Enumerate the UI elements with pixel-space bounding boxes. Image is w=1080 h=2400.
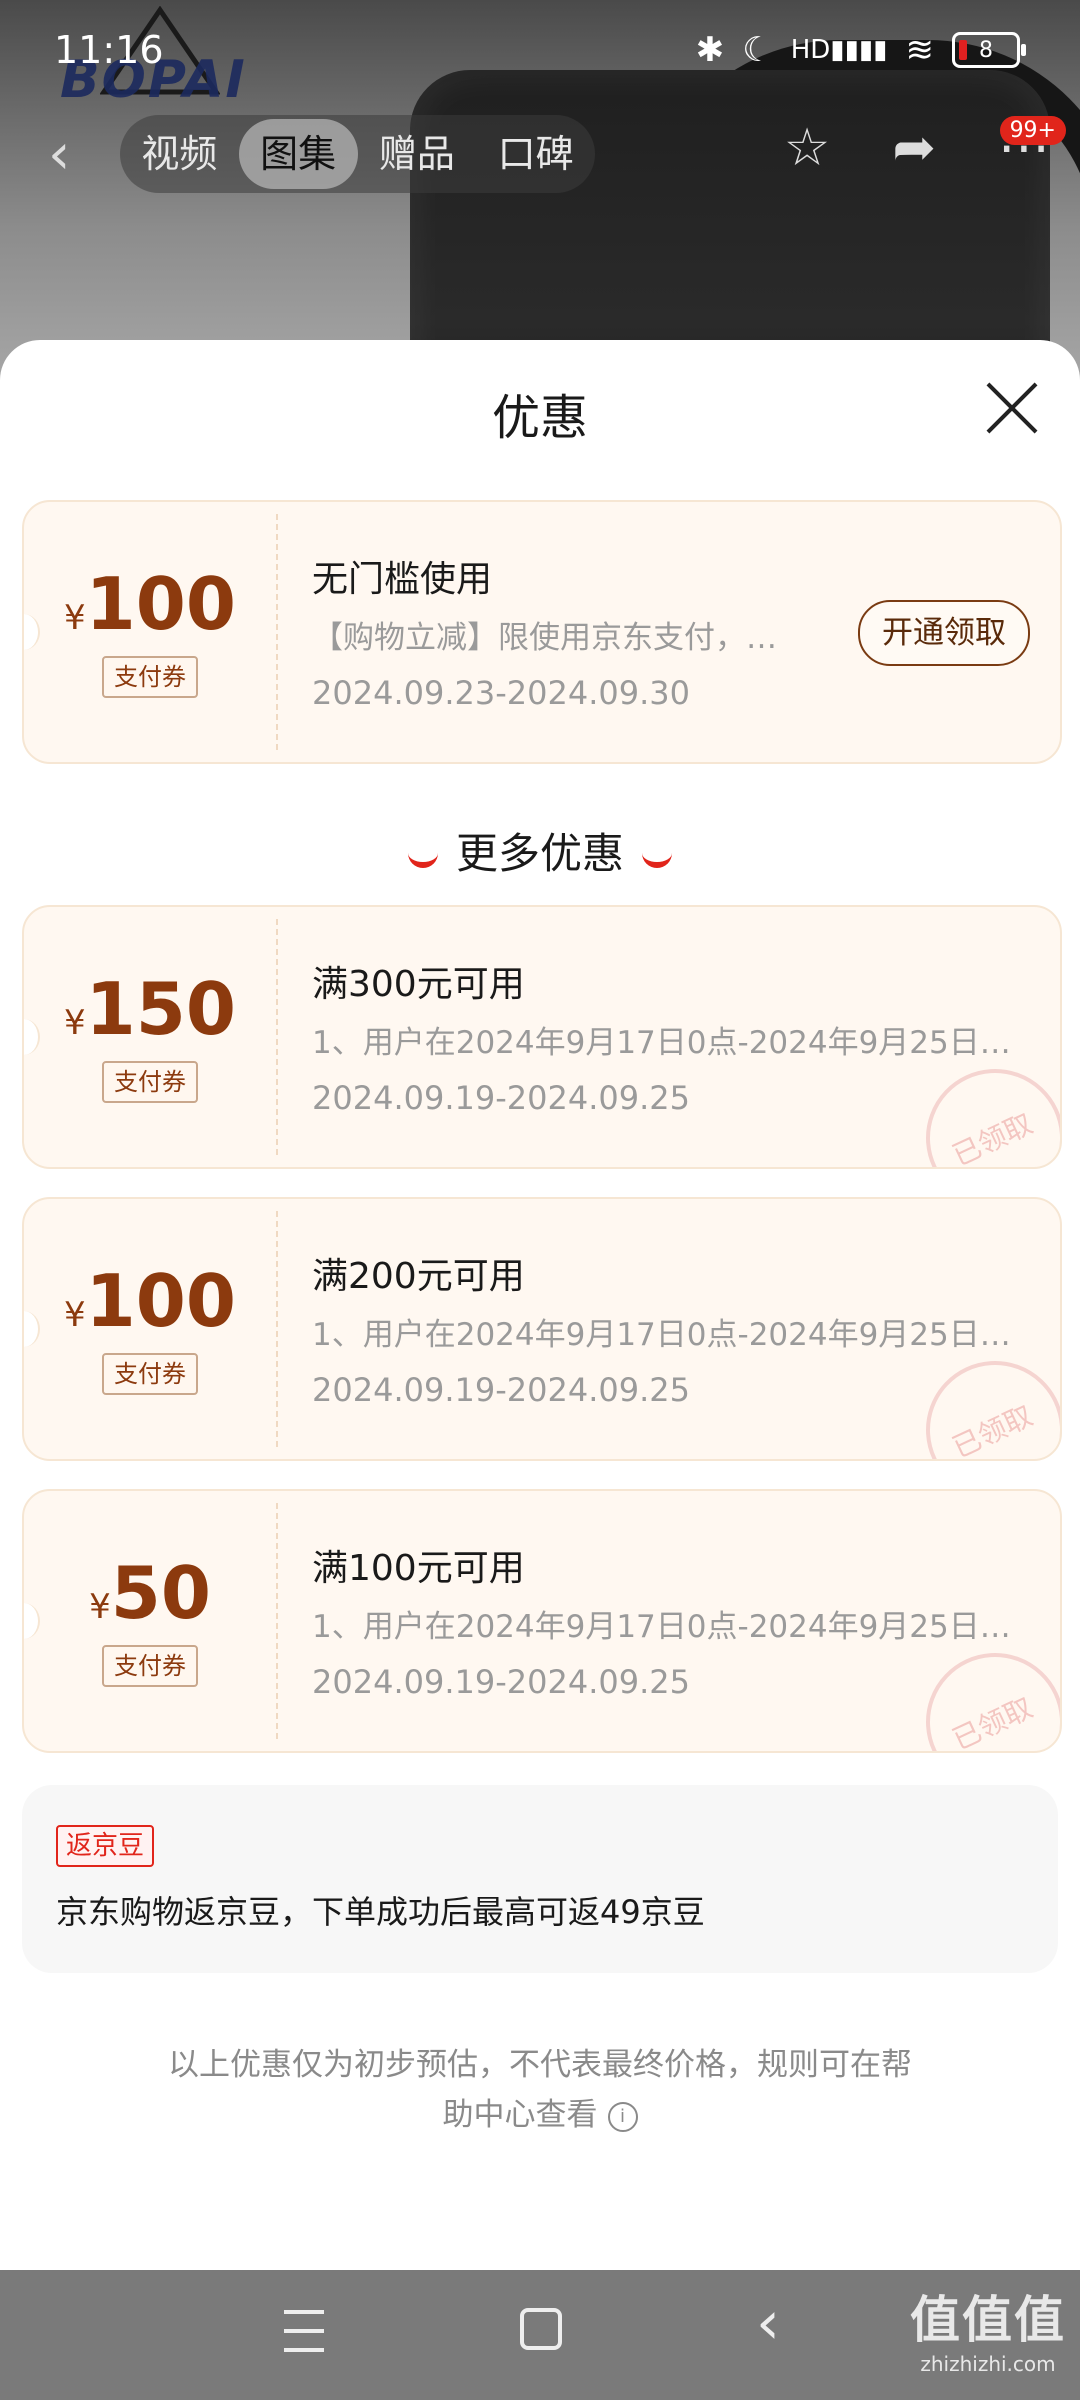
disclaimer-line-1: 以上优惠仅为初步预估，不代表最终价格，规则可在帮 [168, 2047, 912, 2083]
coupon-value: 100 [85, 562, 236, 646]
coupon-type-tag: 支付券 [102, 656, 198, 698]
wifi-icon: ≋ [905, 30, 935, 70]
status-bar: 11:16 ✱ ☾ HD▮▮▮▮ ≋ 8 [0, 0, 1080, 100]
coupon-desc: 【购物立减】限使用京东支付，… [312, 620, 777, 656]
claimed-stamp: 已领取 [903, 1046, 1060, 1169]
claimed-stamp: 已领取 [903, 1338, 1060, 1461]
currency-symbol: ¥ [64, 598, 86, 638]
watermark: 值值值 zhizhizhi.com [910, 2280, 1066, 2376]
coupon-card[interactable]: ¥100 支付券 满200元可用 1、用户在2024年9月17日0点-2024年… [22, 1197, 1062, 1461]
coupon-divider [276, 1211, 278, 1447]
coupon-type-tag: 支付券 [102, 1353, 198, 1395]
coupon-value: 100 [85, 1259, 236, 1343]
more-heading-text: 更多优惠 [455, 829, 624, 878]
hd-signal-icon: HD▮▮▮▮ [790, 35, 888, 65]
tab-reviews[interactable]: 口碑 [476, 115, 595, 193]
sheet-title: 优惠 [491, 390, 588, 446]
coupon-divider [276, 1503, 278, 1739]
main-coupon-card[interactable]: ¥100 支付券 无门槛使用 【购物立减】限使用京东支付，… 2024.09.2… [22, 500, 1062, 764]
info-icon[interactable]: i [607, 2101, 638, 2132]
bluetooth-icon: ✱ [695, 30, 725, 70]
coupon-amount: ¥100 [24, 1259, 276, 1343]
coupon-divider [276, 919, 278, 1155]
coupon-divider [276, 514, 278, 750]
coupon-amount: ¥50 [24, 1551, 276, 1635]
coupon-amount: ¥100 [24, 562, 276, 646]
coupon-date: 2024.09.19-2024.09.25 [312, 1079, 690, 1117]
menu-icon[interactable] [284, 2310, 324, 2352]
discount-sheet: 优惠 ¥100 支付券 无门槛使用 【购物立减】限使用京东支付，… 2024.0… [0, 340, 1080, 2270]
status-icons: ✱ ☾ HD▮▮▮▮ ≋ 8 [695, 30, 1026, 70]
coupon-desc: 1、用户在2024年9月17日0点-2024年9月25日… [312, 1317, 1011, 1353]
currency-symbol: ¥ [89, 1587, 111, 1627]
claimed-stamp: 已领取 [903, 1630, 1060, 1753]
currency-symbol: ¥ [64, 1003, 86, 1043]
home-icon[interactable] [520, 2308, 562, 2350]
beans-tag: 返京豆 [56, 1825, 155, 1867]
coupon-title: 无门槛使用 [312, 559, 493, 600]
coupon-date: 2024.09.19-2024.09.25 [312, 1371, 690, 1409]
message-badge: 99+ [999, 116, 1066, 145]
more-discounts-heading: 更多优惠 [0, 820, 1080, 881]
coupon-type-tag: 支付券 [102, 1645, 198, 1687]
stamp-text: 已领取 [947, 1107, 1038, 1169]
battery-icon: 8 [952, 32, 1026, 68]
coupon-value: 150 [85, 967, 236, 1051]
watermark-url: zhizhizhi.com [920, 2352, 1056, 2376]
coupon-date: 2024.09.19-2024.09.25 [312, 1663, 690, 1701]
watermark-logo: 值值值 [910, 2291, 1066, 2349]
stamp-text: 已领取 [947, 1691, 1038, 1753]
currency-symbol: ¥ [64, 1295, 86, 1335]
status-time: 11:16 [54, 28, 164, 72]
star-icon[interactable]: ☆ [784, 118, 831, 178]
system-nav-bar: ‹ 值值值 zhizhizhi.com [0, 2270, 1080, 2400]
tab-gifts[interactable]: 赠品 [358, 115, 477, 193]
close-icon[interactable] [984, 380, 1040, 436]
moon-icon: ☾ [742, 30, 773, 70]
smile-left-icon [407, 846, 438, 868]
coupon-date: 2024.09.23-2024.09.30 [312, 674, 690, 712]
coupon-title: 满300元可用 [312, 964, 525, 1005]
disclaimer-line-2[interactable]: 助中心查看 i [140, 2090, 940, 2140]
coupon-title: 满100元可用 [312, 1548, 525, 1589]
coupon-card[interactable]: ¥150 支付券 满300元可用 1、用户在2024年9月17日0点-2024年… [22, 905, 1062, 1169]
stamp-text: 已领取 [947, 1399, 1038, 1461]
battery-level: 8 [979, 37, 993, 63]
coupon-amount: ¥150 [24, 967, 276, 1051]
media-tabs: 视频 图集 赠品 口碑 [120, 115, 595, 193]
jd-beans-card: 返京豆 京东购物返京豆，下单成功后最高可返49京豆 [22, 1785, 1058, 1973]
coupon-title: 满200元可用 [312, 1256, 525, 1297]
beans-text: 京东购物返京豆，下单成功后最高可返49京豆 [56, 1893, 705, 1931]
back-icon[interactable]: ‹ [48, 122, 70, 187]
claim-button[interactable]: 开通领取 [858, 600, 1030, 666]
tab-gallery[interactable]: 图集 [238, 119, 358, 189]
help-center-link[interactable]: 助中心查看 [443, 2097, 598, 2133]
coupon-desc: 1、用户在2024年9月17日0点-2024年9月25日… [312, 1025, 1011, 1061]
coupon-value: 50 [110, 1551, 211, 1635]
coupon-type-tag: 支付券 [102, 1061, 198, 1103]
disclaimer: 以上优惠仅为初步预估，不代表最终价格，规则可在帮 助中心查看 i [140, 2040, 940, 2140]
system-back-icon[interactable]: ‹ [756, 2288, 780, 2358]
smile-right-icon [642, 846, 672, 868]
coupon-desc: 1、用户在2024年9月17日0点-2024年9月25日… [312, 1609, 1011, 1645]
share-icon[interactable]: ➦ [892, 118, 936, 178]
coupon-card[interactable]: ¥50 支付券 满100元可用 1、用户在2024年9月17日0点-2024年9… [22, 1489, 1062, 1753]
tab-video[interactable]: 视频 [120, 115, 239, 193]
